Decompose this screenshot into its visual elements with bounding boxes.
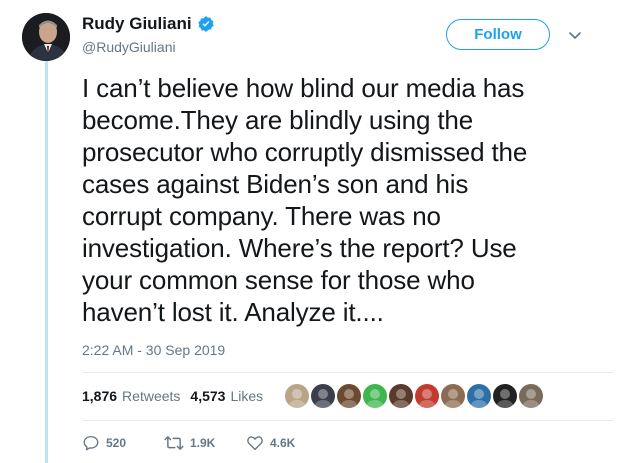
reply-icon <box>83 435 99 451</box>
profile-photo-icon <box>22 13 70 61</box>
display-name[interactable]: Rudy Giuliani <box>82 14 192 34</box>
avatar-icon <box>363 384 387 408</box>
liker-avatar[interactable] <box>415 384 439 408</box>
reply-count: 520 <box>106 436 127 450</box>
liker-avatar[interactable] <box>441 384 465 408</box>
avatar-icon <box>493 384 517 408</box>
likes-count: 4,573 <box>190 388 226 404</box>
thread-line <box>45 60 48 463</box>
tweet-text: I can’t believe how blind our media has … <box>82 73 528 327</box>
tweet-card: Rudy Giuliani @RudyGiuliani Follow I can… <box>0 0 626 463</box>
retweets-label: Retweets <box>122 388 181 404</box>
likes-label: Likes <box>230 388 264 404</box>
tweet-stats: 1,876 Retweets 4,573 Likes <box>82 388 263 404</box>
tweet-actions: 520 1.9K 4.6K <box>82 434 295 452</box>
like-button[interactable]: 4.6K <box>246 434 295 452</box>
liker-avatar[interactable] <box>519 384 543 408</box>
liker-avatar[interactable] <box>467 384 491 408</box>
retweet-icon <box>164 436 184 450</box>
avatar-icon <box>311 384 335 408</box>
avatar-icon <box>441 384 465 408</box>
avatar-icon <box>519 384 543 408</box>
name-row: Rudy Giuliani <box>82 13 215 35</box>
avatar-icon <box>415 384 439 408</box>
like-count: 4.6K <box>270 436 296 450</box>
retweets-stat[interactable]: 1,876 Retweets <box>82 388 180 404</box>
avatar-icon <box>467 384 491 408</box>
retweet-button[interactable]: 1.9K <box>164 434 246 452</box>
retweets-count: 1,876 <box>82 388 118 404</box>
avatar-icon <box>337 384 361 408</box>
verified-badge-icon <box>197 16 214 32</box>
chevron-down-icon[interactable] <box>566 26 584 44</box>
avatar-icon <box>389 384 413 408</box>
tweet-timestamp[interactable]: 2:22 AM - 30 Sep 2019 <box>82 342 225 358</box>
heart-icon <box>247 436 263 451</box>
divider <box>82 420 614 421</box>
liker-avatar[interactable] <box>389 384 413 408</box>
dog-avatar-icon <box>285 384 309 408</box>
likes-stat[interactable]: 4,573 Likes <box>190 388 263 404</box>
avatar[interactable] <box>22 13 70 61</box>
user-handle[interactable]: @RudyGiuliani <box>82 39 215 55</box>
liker-avatar-dog[interactable] <box>285 384 309 408</box>
follow-button[interactable]: Follow <box>446 19 550 50</box>
reply-button[interactable]: 520 <box>82 434 164 452</box>
liker-avatar[interactable] <box>337 384 361 408</box>
liker-avatar[interactable] <box>311 384 335 408</box>
liker-avatars <box>285 384 543 408</box>
retweet-count: 1.9K <box>190 436 216 450</box>
divider <box>82 372 614 373</box>
liker-avatar[interactable] <box>493 384 517 408</box>
liker-avatar[interactable] <box>363 384 387 408</box>
user-info: Rudy Giuliani @RudyGiuliani <box>82 13 215 55</box>
